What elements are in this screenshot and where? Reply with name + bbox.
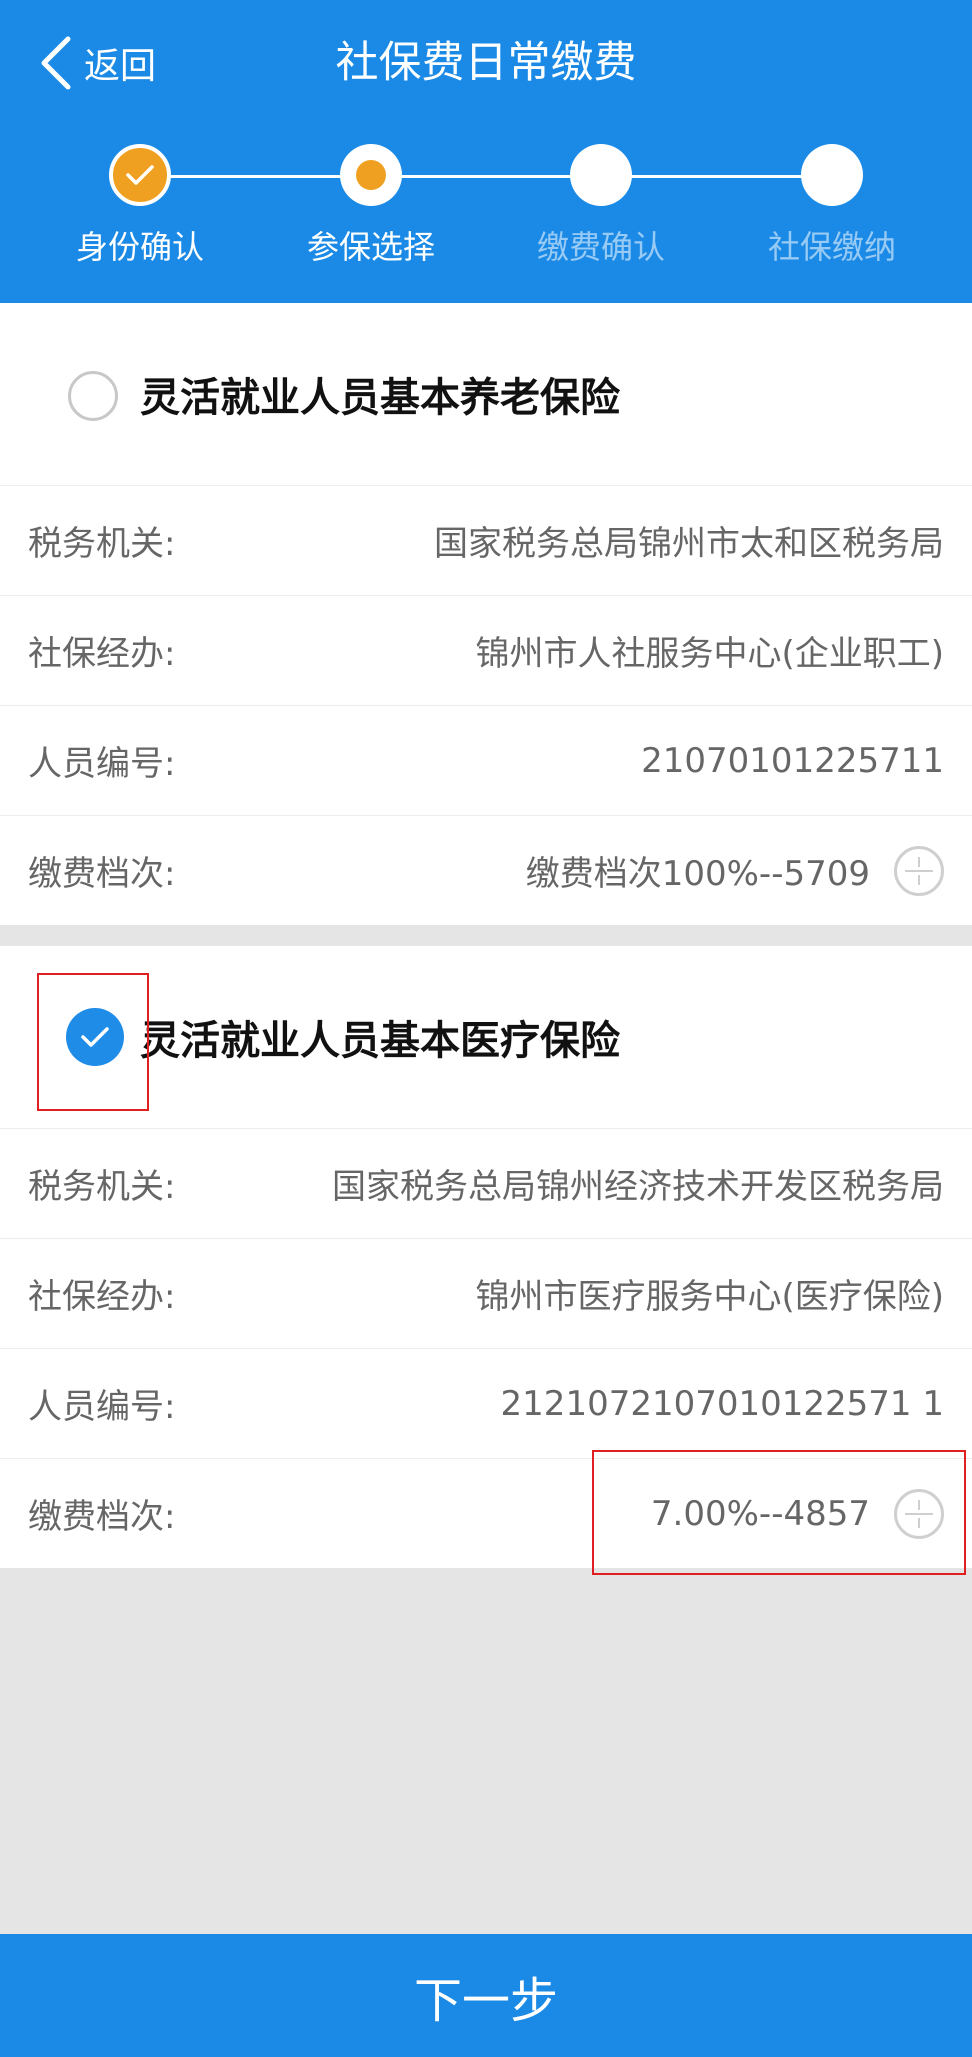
info-row-social-agency: 社保经办: 锦州市医疗服务中心(医疗保险)	[0, 1238, 972, 1348]
row-label: 社保经办:	[28, 634, 176, 674]
step-label: 社保缴纳	[767, 228, 896, 266]
info-row-payment-level[interactable]: 缴费档次: 缴费档次100%--5709	[0, 815, 972, 925]
step-pending-icon	[570, 144, 632, 206]
row-label: 缴费档次:	[28, 854, 176, 894]
check-icon	[126, 165, 154, 185]
info-row-person-id: 人员编号: 2121072107010122571 1	[0, 1348, 972, 1458]
row-label: 税务机关:	[28, 1167, 176, 1207]
step-identity: 身份确认	[40, 144, 240, 268]
header-bar: 返回 社保费日常缴费 身份确认 参保选择 缴费确认 社保缴纳	[0, 0, 972, 303]
card-title: 灵活就业人员基本医疗保险	[140, 1018, 620, 1064]
step-current-icon	[340, 144, 402, 206]
row-label: 税务机关:	[28, 524, 176, 564]
annotation-box-payment-level	[592, 1450, 966, 1575]
row-value: 国家税务总局锦州经济技术开发区税务局	[332, 1167, 944, 1207]
next-step-button[interactable]: 下一步	[0, 1934, 972, 2057]
step-label: 参保选择	[306, 228, 435, 266]
crosshair-select-icon[interactable]	[894, 845, 944, 896]
row-label: 缴费档次:	[28, 1497, 176, 1537]
insurance-card-pension: 灵活就业人员基本养老保险 税务机关: 国家税务总局锦州市太和区税务局 社保经办:…	[0, 303, 972, 925]
row-label: 人员编号:	[28, 1387, 176, 1427]
info-row-tax-authority: 税务机关: 国家税务总局锦州市太和区税务局	[0, 485, 972, 595]
page-title: 社保费日常缴费	[335, 38, 637, 88]
progress-stepper: 身份确认 参保选择 缴费确认 社保缴纳	[0, 144, 972, 274]
stepper-line	[140, 175, 832, 178]
step-insurance-select: 参保选择	[271, 144, 471, 268]
row-value: 缴费档次100%--5709	[525, 854, 870, 894]
row-value: 21070101225711	[641, 740, 944, 781]
step-done-icon	[109, 144, 171, 206]
card-header[interactable]: 灵活就业人员基本养老保险	[0, 303, 972, 485]
card-title: 灵活就业人员基本养老保险	[140, 375, 620, 421]
row-value: 2121072107010122571 1	[500, 1383, 944, 1424]
annotation-box-checkbox	[37, 973, 149, 1111]
info-row-social-agency: 社保经办: 锦州市人社服务中心(企业职工)	[0, 595, 972, 705]
step-payment-confirm: 缴费确认	[501, 144, 701, 268]
radio-unchecked[interactable]	[68, 371, 118, 421]
step-social-pay: 社保缴纳	[732, 144, 932, 268]
step-label: 身份确认	[75, 228, 204, 266]
row-label: 社保经办:	[28, 1277, 176, 1317]
info-row-person-id: 人员编号: 21070101225711	[0, 705, 972, 815]
info-row-tax-authority: 税务机关: 国家税务总局锦州经济技术开发区税务局	[0, 1128, 972, 1238]
step-label: 缴费确认	[536, 228, 665, 266]
step-pending-icon	[801, 144, 863, 206]
row-value: 锦州市医疗服务中心(医疗保险)	[475, 1277, 944, 1317]
row-value: 国家税务总局锦州市太和区税务局	[434, 524, 944, 564]
row-value: 锦州市人社服务中心(企业职工)	[475, 634, 944, 674]
row-label: 人员编号:	[28, 744, 176, 784]
